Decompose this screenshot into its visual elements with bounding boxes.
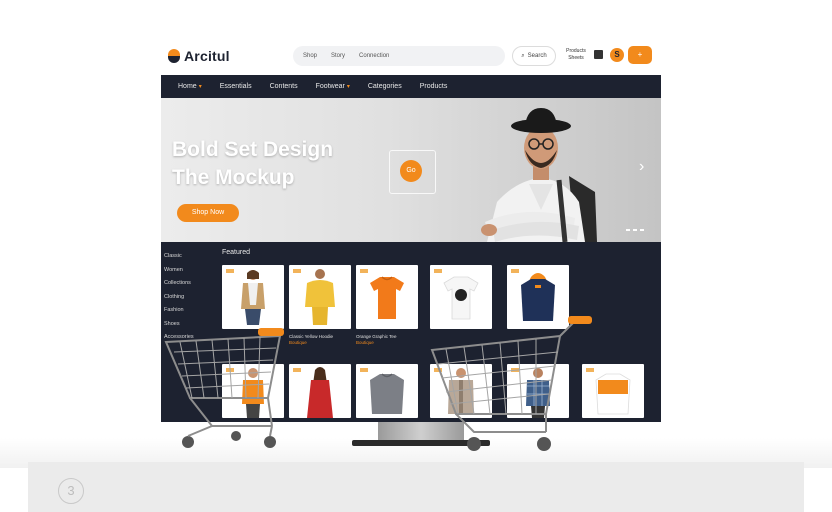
profile-button[interactable]: S xyxy=(610,48,624,62)
account-line-2: Sheets xyxy=(568,55,584,61)
product-card[interactable] xyxy=(289,265,351,329)
brand-name: Arcitul xyxy=(184,48,230,64)
sidebar-item[interactable]: Collections xyxy=(164,277,204,291)
product-card[interactable] xyxy=(356,364,418,418)
chevron-down-icon: ▾ xyxy=(198,84,202,90)
product-image xyxy=(305,269,335,325)
product-price: Boutique xyxy=(289,340,307,345)
header-link-story[interactable]: Story xyxy=(331,53,345,59)
nav-item-essentials[interactable]: Essentials xyxy=(220,83,252,90)
add-button[interactable]: + xyxy=(628,46,652,64)
play-button[interactable]: Go xyxy=(400,160,422,182)
product-caption: Classic Yellow Hoodie Boutique xyxy=(289,334,351,346)
logo-icon xyxy=(168,49,180,63)
product-image xyxy=(370,373,404,414)
carousel-dot[interactable] xyxy=(633,229,637,231)
chevron-down-icon: ▾ xyxy=(346,84,350,90)
nav-item-products[interactable]: Products xyxy=(420,83,448,90)
sidebar-item[interactable]: Classic xyxy=(164,250,204,264)
carousel-dot[interactable] xyxy=(626,229,630,231)
product-caption: Orange Graphic Tee Boutique xyxy=(356,334,418,346)
header-link-shop[interactable]: Shop xyxy=(303,53,317,59)
sale-tag xyxy=(293,368,301,372)
sale-tag xyxy=(511,269,519,273)
nav-item-categories[interactable]: Categories xyxy=(368,83,402,90)
product-card[interactable] xyxy=(222,265,284,329)
hero-banner: Bold Set Design The Mockup Shop Now Go › xyxy=(161,98,661,242)
display-floor xyxy=(28,462,804,512)
header-search-bar[interactable]: Shop Story Connection xyxy=(293,46,505,66)
sale-tag xyxy=(360,269,368,273)
product-card[interactable] xyxy=(289,364,351,418)
nav-item-home[interactable]: Home ▾ xyxy=(178,83,202,90)
sale-tag xyxy=(360,368,368,372)
product-price: Boutique xyxy=(356,340,374,345)
product-image xyxy=(307,367,333,418)
sale-tag xyxy=(226,269,234,273)
search-button[interactable]: ⌕ Search xyxy=(512,46,556,66)
main-nav: Home ▾ Essentials Contents Footwear ▾ Cate… xyxy=(161,75,661,98)
account-menu[interactable]: Products Sheets xyxy=(564,48,588,62)
sidebar-item[interactable]: Fashion xyxy=(164,304,204,318)
header-link-connection[interactable]: Connection xyxy=(359,53,389,59)
sidebar-item[interactable]: Women xyxy=(164,264,204,278)
cart-icon[interactable] xyxy=(594,50,603,59)
nav-item-contents[interactable]: Contents xyxy=(270,83,298,90)
hero-cta-button[interactable]: Shop Now xyxy=(177,204,239,222)
hero-title: Bold Set Design The Mockup xyxy=(172,136,333,192)
carousel-dots[interactable] xyxy=(626,229,644,231)
product-image xyxy=(370,276,404,319)
nav-label: Home xyxy=(178,83,197,90)
hero-title-line-1: Bold Set Design xyxy=(172,138,334,161)
hero-model-image xyxy=(481,108,597,242)
sale-tag xyxy=(293,269,301,273)
search-icon: ⌕ xyxy=(521,52,525,59)
corner-badge: 3 xyxy=(58,478,84,504)
nav-label: Footwear xyxy=(315,83,345,90)
search-label: Search xyxy=(527,53,547,59)
shopping-cart-icon xyxy=(164,328,284,448)
hero-title-line-2: The Mockup xyxy=(172,166,295,189)
sale-tag xyxy=(434,269,442,273)
sidebar-item[interactable]: Clothing xyxy=(164,291,204,305)
site-header: Arcitul Shop Story Connection ⌕ Search P… xyxy=(160,40,662,72)
section-title: Featured xyxy=(222,249,251,256)
account-line-1: Products xyxy=(566,48,586,54)
shopping-cart-icon xyxy=(430,316,592,451)
product-image xyxy=(241,270,265,325)
nav-item-footwear[interactable]: Footwear ▾ xyxy=(316,83,350,90)
carousel-dot[interactable] xyxy=(640,229,644,231)
chevron-right-icon[interactable]: › xyxy=(639,158,644,176)
brand-logo[interactable]: Arcitul xyxy=(168,48,230,64)
product-card[interactable] xyxy=(356,265,418,329)
